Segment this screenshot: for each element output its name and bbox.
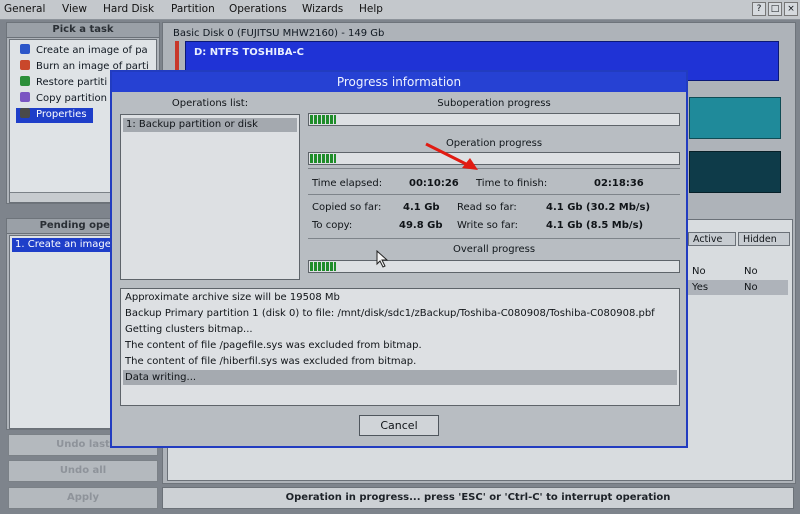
- copied-label: Copied so far:: [312, 202, 382, 213]
- time-to-finish-value: 02:18:36: [594, 178, 644, 189]
- time-elapsed-label: Time elapsed:: [312, 178, 383, 189]
- menu-view[interactable]: View: [62, 3, 87, 15]
- to-copy-label: To copy:: [312, 220, 353, 231]
- overall-label: Overall progress: [452, 244, 536, 255]
- dialog-title: Progress information: [112, 72, 686, 92]
- divider: [308, 194, 680, 195]
- overall-progress-bar: [308, 260, 680, 273]
- suboperation-progress-fill: [310, 115, 336, 124]
- status-bar: Operation in progress... press 'ESC' or …: [162, 487, 794, 509]
- operations-list-label: Operations list:: [171, 98, 249, 109]
- read-value: 4.1 Gb (30.2 Mb/s): [546, 202, 651, 213]
- task-label: Restore partiti: [36, 77, 108, 88]
- operation-progress-bar: [308, 152, 680, 165]
- log-line-selected[interactable]: Data writing...: [123, 370, 677, 385]
- log-line: The content of file /pagefile.sys was ex…: [125, 340, 422, 351]
- suboperation-label: Suboperation progress: [437, 98, 551, 109]
- log-line: Approximate archive size will be 19508 M…: [125, 292, 340, 303]
- divider: [308, 238, 680, 239]
- suboperation-progress-bar: [308, 113, 680, 126]
- partition-label: D: NTFS TOSHIBA-C: [194, 47, 304, 58]
- read-label: Read so far:: [457, 202, 517, 213]
- properties-icon: [20, 108, 30, 118]
- menu-operations[interactable]: Operations: [229, 3, 287, 15]
- task-create-image[interactable]: Create an image of pa: [20, 44, 148, 59]
- copy-icon: [20, 92, 30, 102]
- image-disk-icon: [20, 44, 30, 54]
- operation-label: Operation progress: [445, 138, 543, 149]
- task-label: Properties: [36, 109, 87, 120]
- menu-partition[interactable]: Partition: [171, 3, 215, 15]
- apply-button[interactable]: Apply: [8, 487, 158, 509]
- close-icon[interactable]: ×: [784, 2, 798, 16]
- operation-item[interactable]: 1: Backup partition or disk: [123, 118, 297, 132]
- restore-icon: [20, 76, 30, 86]
- log-line: Backup Primary partition 1 (disk 0) to f…: [125, 308, 655, 319]
- task-properties[interactable]: Properties: [16, 108, 93, 123]
- write-value: 4.1 Gb (8.5 Mb/s): [546, 220, 644, 231]
- log-line: The content of file /hiberfil.sys was ex…: [125, 356, 417, 367]
- grid-cell: No: [744, 282, 758, 293]
- grid-cell: Yes: [692, 282, 709, 293]
- maximize-icon[interactable]: □: [768, 2, 782, 16]
- divider: [308, 168, 680, 169]
- log-box: Approximate archive size will be 19508 M…: [120, 288, 680, 406]
- menu-wizards[interactable]: Wizards: [302, 3, 343, 15]
- cursor-icon: [376, 250, 389, 268]
- help-icon[interactable]: ?: [752, 2, 766, 16]
- time-elapsed-value: 00:10:26: [409, 178, 459, 189]
- operations-list: 1: Backup partition or disk: [120, 114, 300, 280]
- grid-cell: No: [692, 266, 706, 277]
- copied-value: 4.1 Gb: [403, 202, 440, 213]
- grid-cell: No: [744, 266, 758, 277]
- menu-general[interactable]: General: [4, 3, 45, 15]
- column-active[interactable]: Active: [688, 232, 736, 246]
- operation-progress-fill: [310, 154, 336, 163]
- burn-icon: [20, 60, 30, 70]
- to-copy-value: 49.8 Gb: [399, 220, 443, 231]
- partition-block-3[interactable]: [689, 151, 781, 193]
- write-label: Write so far:: [457, 220, 519, 231]
- column-hidden[interactable]: Hidden: [738, 232, 790, 246]
- menu-help[interactable]: Help: [359, 3, 383, 15]
- partition-block-2[interactable]: [689, 97, 781, 139]
- arrow-annotation-icon: [425, 142, 478, 170]
- log-line: Getting clusters bitmap...: [125, 324, 253, 335]
- time-to-finish-label: Time to finish:: [476, 178, 548, 189]
- task-label: Create an image of pa: [36, 45, 148, 56]
- disk-header: Basic Disk 0 (FUJITSU MHW2160) - 149 Gb: [173, 28, 385, 39]
- progress-dialog: Progress information Operations list: 1:…: [110, 70, 688, 448]
- undo-all-button[interactable]: Undo all: [8, 460, 158, 482]
- overall-progress-fill: [310, 262, 336, 271]
- menu-hard-disk[interactable]: Hard Disk: [103, 3, 154, 15]
- task-panel-title: Pick a task: [7, 23, 159, 38]
- task-restore-partition[interactable]: Restore partiti: [20, 76, 107, 91]
- task-label: Copy partition: [36, 93, 107, 104]
- menu-bar: General View Hard Disk Partition Operati…: [0, 0, 800, 20]
- task-copy-partition[interactable]: Copy partition: [20, 92, 107, 107]
- cancel-button[interactable]: Cancel: [359, 415, 439, 436]
